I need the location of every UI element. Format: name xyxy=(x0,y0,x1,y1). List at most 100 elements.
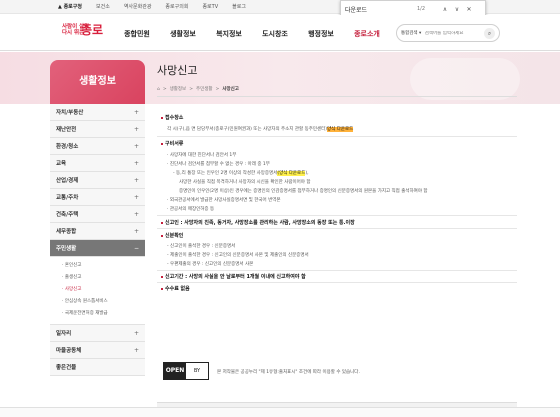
expand-plus-icon: + xyxy=(133,193,139,201)
search-icon[interactable]: ⌕ xyxy=(484,27,496,39)
header-search: 통합검색 ▾ ⌕ xyxy=(396,24,500,42)
collapse-minus-icon: − xyxy=(133,244,139,252)
utility-link-tv[interactable]: 종로TV xyxy=(202,3,218,10)
sidebar-item-building-housing[interactable]: 건축/주택 + xyxy=(50,206,145,223)
section-heading-reporter: 신고인 : 사망자의 친족, 동거자, 사망장소를 관리하는 사람, 사망장소의… xyxy=(161,219,355,226)
submenu-birth-report[interactable]: · 출생신고 xyxy=(62,272,145,284)
search-input[interactable] xyxy=(424,30,485,36)
expand-plus-icon: + xyxy=(133,159,139,167)
documents-line-3-text: - 동,리 통장 또는 인우인 2명 이상의 작성한 사망증명서 xyxy=(173,171,278,176)
reception-text-main: 각 시(구),읍 면 담당부서(종로구(민원여권과) 또는 사망자의 주소지 관… xyxy=(167,127,328,132)
sidebar: 생활정보 자치/부동산 + 재난안전 + 환경/청소 + 교육 + 산업/경제 + 교통/… xyxy=(50,60,145,376)
breadcrumb-current: 사망신고 xyxy=(222,87,239,92)
nav-item-welfare[interactable]: 복지정보 xyxy=(206,29,252,39)
sidebar-item-label: 재난안전 xyxy=(56,127,77,133)
sidebar-item-industry-economy[interactable]: 산업/경제 + xyxy=(50,172,145,189)
documents-line-3-end: ), xyxy=(305,171,309,176)
expand-plus-icon: + xyxy=(133,227,139,235)
expand-plus-icon: + xyxy=(133,108,139,116)
open-badge-right: BY xyxy=(193,368,201,374)
nav-item-urban[interactable]: 도시창조 xyxy=(252,29,298,39)
submenu-marriage-report[interactable]: · 혼인신고 xyxy=(62,260,145,272)
sidebar-item-label: 산업/경제 xyxy=(56,178,79,184)
sidebar-item-label: 좋은건물 xyxy=(56,365,77,371)
open-badge-left: OPEN xyxy=(164,363,186,379)
section-heading-documents: 구비서류 xyxy=(161,140,183,147)
site-logo[interactable]: 사람이 살맛 다시 뛰는 종로 xyxy=(62,23,106,43)
find-close-icon[interactable]: ✕ xyxy=(463,6,475,13)
expand-plus-icon: + xyxy=(133,142,139,150)
utility-links: ▲ 종로구청 보건소 역사문화관광 종로구의회 종로TV 블로그 xyxy=(58,3,246,10)
sidebar-item-label: 교육 xyxy=(56,161,67,167)
nav-item-civil-service[interactable]: 종합민원 xyxy=(114,29,160,39)
documents-line-4: 사망한 사실을 직접 목격하거나 사망자의 시신을 확인한 사람이어야 함 xyxy=(179,180,311,185)
logo-wordmark: 종로 xyxy=(81,23,104,37)
section-heading-reception: 접수창소 xyxy=(161,114,183,121)
section-heading-fee: 수수료 없음 xyxy=(161,285,190,292)
section-divider xyxy=(157,228,517,229)
page-title: 사망신고 xyxy=(157,64,198,77)
section-divider xyxy=(157,215,517,216)
find-next-icon[interactable]: ∨ xyxy=(451,6,463,13)
sidebar-item-label: 환경/청소 xyxy=(56,144,79,150)
expand-plus-icon: + xyxy=(133,176,139,184)
find-match-count: 1/2 xyxy=(417,6,426,12)
utility-link-council[interactable]: 종로구의회 xyxy=(165,3,188,10)
site-header: 사람이 살맛 다시 뛰는 종로 종합민원 생활정보 복지정보 도시창조 행정정보… xyxy=(0,15,560,51)
find-query-input[interactable]: 다운로드 xyxy=(345,5,417,14)
sidebar-item-community[interactable]: 마을공동체 + xyxy=(50,342,145,359)
breadcrumb-separator: > xyxy=(215,86,220,92)
open-license-text: 본 저작물은 공공누리 "제 1유형:출처표시" 조건에 따라 이용할 수 있습… xyxy=(217,370,360,375)
utility-link-health-center[interactable]: 보건소 xyxy=(96,3,110,10)
sidebar-item-jobs[interactable]: 일자리 + xyxy=(50,325,145,342)
section-divider xyxy=(157,282,517,283)
breadcrumb-life-info[interactable]: 생활정보 xyxy=(170,86,187,92)
id-check-line-1: - 신고인이 출석한 경우 : 신분증명서 xyxy=(167,244,236,249)
documents-line-7: · 관공서의 매장인허증 등 xyxy=(167,207,215,212)
sidebar-item-autonomy-realestate[interactable]: 자치/부동산 + xyxy=(50,104,145,121)
breadcrumb: ⌂ > 생활정보 > 주민생활 > 사망신고 xyxy=(157,86,239,93)
section-divider xyxy=(157,136,517,137)
expand-plus-icon: + xyxy=(133,210,139,218)
nav-item-about[interactable]: 종로소개 xyxy=(344,29,390,39)
search-scope-select[interactable]: 통합검색 ▾ xyxy=(401,30,425,36)
submenu-inheritance-service[interactable]: · 안심상속 원스톱서비스 xyxy=(62,296,145,308)
sidebar-item-label: 교통/주차 xyxy=(56,195,79,201)
section-divider xyxy=(157,270,517,271)
sidebar-item-label: 자치/부동산 xyxy=(56,110,84,116)
documents-line-1: · 사망자에 대한 진단서나 검안서 1부 xyxy=(167,153,237,158)
nav-item-life-info[interactable]: 생활정보 xyxy=(160,29,206,39)
main-content: 사망신고 ⌂ > 생활정보 > 주민생활 > 사망신고 접수창소 각 시(구),… xyxy=(157,60,517,417)
sidebar-item-traffic-parking[interactable]: 교통/주차 + xyxy=(50,189,145,206)
submenu-intl-license[interactable]: · 국제운전면허증 재발급 xyxy=(62,308,145,320)
section-heading-id-check: 신분확인 xyxy=(161,232,183,239)
sidebar-item-good-building[interactable]: 좋은건물 xyxy=(50,359,145,376)
find-previous-icon[interactable]: ∧ xyxy=(439,6,451,13)
id-check-line-2: - 제출인이 출석한 경우 : 신고인의 신분증명서 사본 및 제출인의 신분증… xyxy=(167,253,309,258)
utility-link-culture-tour[interactable]: 역사문화관광 xyxy=(124,3,152,10)
nav-item-admin[interactable]: 행정정보 xyxy=(298,29,344,39)
sidebar-item-disaster-safety[interactable]: 재난안전 + xyxy=(50,121,145,138)
section-heading-period: 신고기간 : 사망의 사실을 안 날로부터 1개월 이내에 신고하여야 함 xyxy=(161,273,306,280)
sidebar-item-resident-life[interactable]: 주민생활 − xyxy=(50,240,145,257)
sidebar-item-label: 마을공동체 xyxy=(56,348,82,354)
sidebar-item-education[interactable]: 교육 + xyxy=(50,155,145,172)
reception-text: 각 시(구),읍 면 담당부서(종로구(민원여권과) 또는 사망자의 주소지 관… xyxy=(167,126,354,132)
form-download-link[interactable]: 양식 다운로드 xyxy=(327,127,354,132)
documents-line-6: · 외국관공서에서 발급한 사망사실증명서면 및 한국어 번역본 xyxy=(167,198,281,203)
sidebar-title: 생활정보 xyxy=(50,60,145,104)
id-check-line-3: - 우편제출의 경우 : 신고인의 신분증명서 사본 xyxy=(167,262,254,267)
sidebar-item-environment[interactable]: 환경/청소 + xyxy=(50,138,145,155)
home-icon[interactable]: ⌂ xyxy=(157,87,160,92)
sidebar-submenu: · 혼인신고 · 출생신고 · 사망신고 · 안심상속 원스톱서비스 · 국제운… xyxy=(50,257,145,325)
documents-line-3: - 동,리 통장 또는 인우인 2명 이상의 작성한 사망증명서(양식 다운로드… xyxy=(173,170,309,176)
submenu-death-report[interactable]: · 사망신고 xyxy=(62,284,145,296)
utility-link-district-office[interactable]: ▲ 종로구청 xyxy=(58,3,82,10)
form-download-link-2[interactable]: (양식 다운로드 xyxy=(277,171,306,176)
breadcrumb-resident-life[interactable]: 주민생활 xyxy=(196,86,213,92)
sidebar-item-label: 일자리 xyxy=(56,331,72,337)
expand-plus-icon: + xyxy=(133,329,139,337)
documents-line-2: · 진단서나 검안서를 첨부할 수 없는 경우 : 아래 중 1부 xyxy=(167,162,270,167)
utility-link-blog[interactable]: 블로그 xyxy=(232,3,246,10)
sidebar-item-tax[interactable]: 세무종합 + xyxy=(50,223,145,240)
